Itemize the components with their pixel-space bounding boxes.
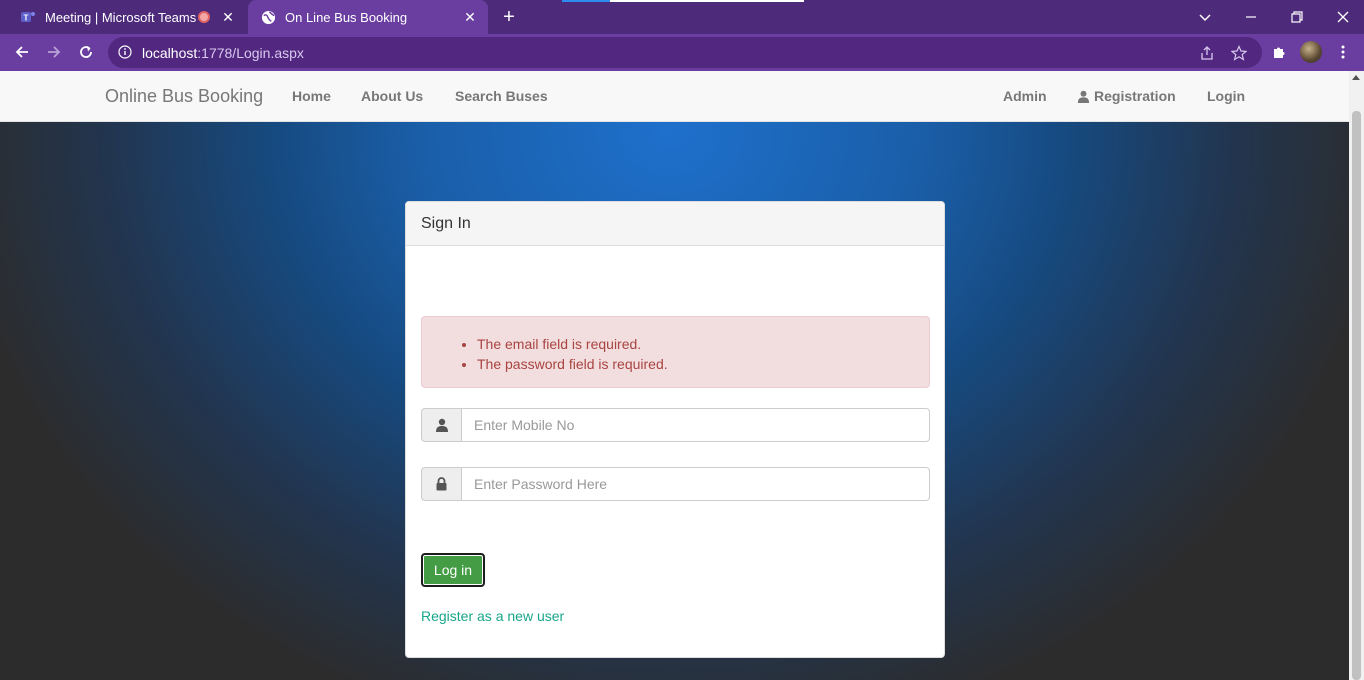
address-bar[interactable]: localhost:1778/Login.aspx: [108, 37, 1262, 68]
profile-avatar[interactable]: [1300, 41, 1322, 63]
nav-login[interactable]: Login: [1207, 88, 1245, 104]
minimize-icon[interactable]: [1228, 0, 1274, 34]
brand-link[interactable]: Online Bus Booking: [105, 86, 263, 107]
password-input[interactable]: [461, 467, 930, 501]
nav-admin[interactable]: Admin: [1003, 88, 1047, 104]
user-icon: [1077, 90, 1090, 106]
reload-icon[interactable]: [72, 38, 100, 66]
nav-registration[interactable]: Registration: [1077, 88, 1176, 106]
url-host: localhost: [142, 45, 198, 61]
lock-icon: [421, 467, 461, 501]
tab-title: On Line Bus Booking: [285, 9, 408, 25]
back-icon[interactable]: [8, 38, 36, 66]
scrollbar-thumb[interactable]: [1352, 111, 1361, 680]
page-viewport: Online Bus Booking Home About Us Search …: [0, 71, 1349, 680]
browser-menu-icon[interactable]: [1334, 43, 1352, 61]
teams-icon: T: [20, 9, 36, 25]
nav-registration-label: Registration: [1094, 88, 1176, 104]
browser-toolbar: localhost:1778/Login.aspx: [0, 34, 1364, 71]
panel-heading: Sign In: [406, 202, 944, 246]
forward-icon[interactable]: [40, 38, 68, 66]
recording-icon: [198, 11, 210, 23]
tab-search-icon[interactable]: [1182, 0, 1228, 34]
meeting-share-indicator-accent: [562, 0, 610, 2]
log-in-button[interactable]: Log in: [421, 553, 485, 587]
password-input-group: [421, 467, 930, 501]
register-link[interactable]: Register as a new user: [421, 608, 564, 624]
error-message: The password field is required.: [477, 354, 668, 374]
tab-title: Meeting | Microsoft Teams: [45, 9, 197, 25]
bookmark-star-icon[interactable]: [1230, 44, 1248, 62]
share-icon[interactable]: [1198, 44, 1216, 62]
close-tab-icon[interactable]: ✕: [462, 9, 478, 25]
validation-summary: The email field is required. The passwor…: [421, 316, 930, 388]
mobile-input-group: [421, 408, 930, 442]
nav-home[interactable]: Home: [292, 88, 331, 104]
svg-text:T: T: [24, 14, 29, 23]
sign-in-panel: Sign In The email field is required. The…: [405, 201, 945, 658]
user-icon: [421, 408, 461, 442]
url-path: :1778/Login.aspx: [197, 45, 304, 61]
page-scrollbar[interactable]: [1349, 71, 1364, 680]
globe-icon: [260, 9, 276, 25]
close-window-icon[interactable]: [1320, 0, 1364, 34]
scroll-up-arrow-icon[interactable]: [1352, 75, 1360, 80]
mobile-input[interactable]: [461, 408, 930, 442]
browser-tab-teams[interactable]: T Meeting | Microsoft Teams ✕: [8, 0, 246, 34]
close-tab-icon[interactable]: ✕: [220, 9, 236, 25]
browser-tab-bus-booking[interactable]: On Line Bus Booking ✕: [248, 0, 488, 34]
site-navbar: Online Bus Booking Home About Us Search …: [0, 71, 1349, 122]
extensions-icon[interactable]: [1270, 43, 1288, 61]
error-message: The email field is required.: [477, 334, 668, 354]
nav-about-us[interactable]: About Us: [361, 88, 423, 104]
nav-search-buses[interactable]: Search Buses: [455, 88, 548, 104]
url-text: localhost:1778/Login.aspx: [142, 45, 304, 61]
site-info-icon[interactable]: [118, 45, 132, 64]
browser-tab-strip: T Meeting | Microsoft Teams ✕ On Line Bu…: [0, 0, 1364, 34]
restore-icon[interactable]: [1274, 0, 1320, 34]
new-tab-button[interactable]: +: [498, 6, 520, 28]
